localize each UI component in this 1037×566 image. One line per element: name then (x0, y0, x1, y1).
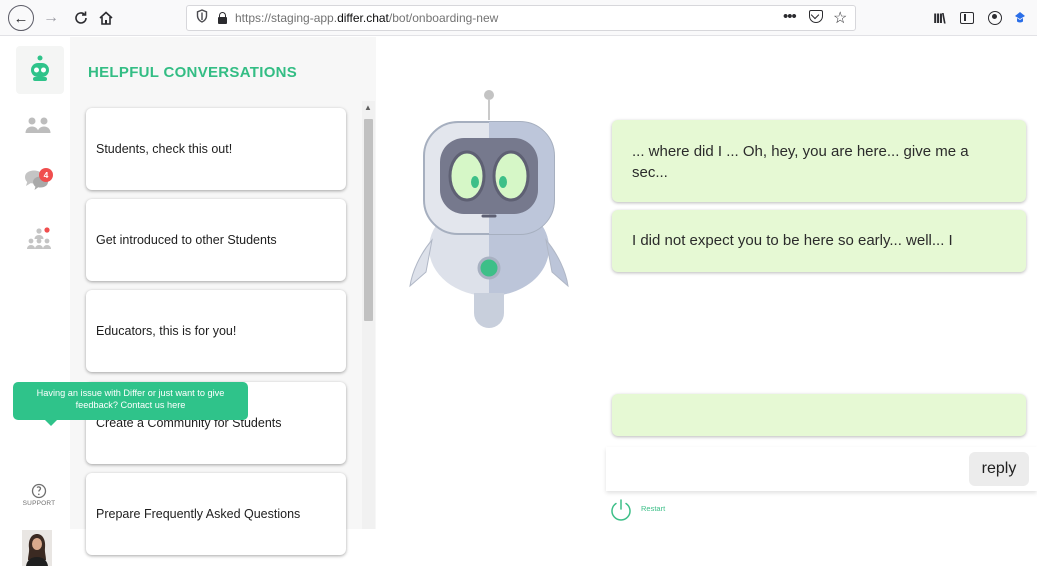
conversations-panel: HELPFUL CONVERSATIONS Students, check th… (70, 37, 376, 555)
sidebar-icon[interactable] (956, 6, 978, 30)
library-icon[interactable]: III\ (928, 6, 950, 30)
support-label[interactable]: SUPPORT (18, 500, 60, 507)
conversation-label: Get introduced to other Students (96, 233, 277, 247)
url-text[interactable]: https://staging-app.differ.chat/bot/onbo… (235, 11, 498, 25)
url-domain: differ.chat (337, 11, 389, 25)
support-tooltip[interactable]: Having an issue with Differ or just want… (13, 382, 248, 426)
avatar[interactable] (22, 530, 52, 566)
robot-mascot (409, 90, 569, 328)
left-rail: 4 SUPPORT (0, 37, 70, 566)
back-arrow-icon[interactable]: ← (8, 5, 34, 31)
support-icon[interactable] (30, 482, 48, 500)
conversation-label: Prepare Frequently Asked Questions (96, 507, 301, 521)
forward-arrow-icon[interactable]: → (40, 6, 62, 30)
robot-logo-icon[interactable] (16, 46, 64, 94)
reply-input[interactable] (612, 455, 962, 483)
restart-label[interactable]: Restart (641, 504, 665, 513)
more-actions-icon[interactable]: ••• (783, 8, 797, 25)
account-icon[interactable] (984, 6, 1006, 30)
scroll-up-icon[interactable]: ▲ (364, 103, 372, 112)
reply-bar: reply (606, 447, 1037, 491)
panel-title: HELPFUL CONVERSATIONS (88, 64, 298, 81)
power-icon[interactable] (608, 497, 634, 523)
pocket-icon[interactable] (809, 10, 823, 23)
chat-area: ... where did I ... Oh, hey, you are her… (376, 37, 1037, 529)
conversation-label: Educators, this is for you! (96, 324, 237, 338)
bot-message (612, 394, 1026, 436)
tracking-shield-icon[interactable] (196, 9, 208, 26)
scroll-thumb[interactable] (364, 119, 373, 321)
conversation-card[interactable]: Educators, this is for you! (86, 290, 346, 372)
conversation-card[interactable]: Get introduced to other Students (86, 199, 346, 281)
extension-icon[interactable] (1010, 6, 1030, 30)
address-bar[interactable]: https://staging-app.differ.chat/bot/onbo… (186, 5, 856, 31)
reload-icon[interactable] (70, 6, 92, 30)
home-icon[interactable] (94, 6, 118, 30)
community-icon[interactable] (23, 222, 55, 252)
url-path: /bot/onboarding-new (388, 11, 499, 25)
notification-badge: 4 (39, 168, 53, 182)
browser-toolbar: ← → https://staging-app.differ.chat/bot/… (0, 0, 1037, 36)
bot-message: ... where did I ... Oh, hey, you are her… (612, 120, 1026, 202)
reply-button[interactable]: reply (969, 452, 1029, 486)
conversation-card[interactable]: Prepare Frequently Asked Questions (86, 473, 346, 555)
conversation-label: Students, check this out! (96, 142, 233, 156)
bookmark-star-icon[interactable]: ☆ (833, 8, 847, 28)
bot-message: I did not expect you to be here so early… (612, 210, 1026, 272)
people-icon[interactable] (24, 115, 52, 137)
panel-scrollbar[interactable]: ▲ (362, 101, 375, 529)
url-prefix: https://staging-app. (235, 11, 338, 25)
lock-icon[interactable] (218, 12, 227, 24)
conversation-card[interactable]: Students, check this out! (86, 108, 346, 190)
